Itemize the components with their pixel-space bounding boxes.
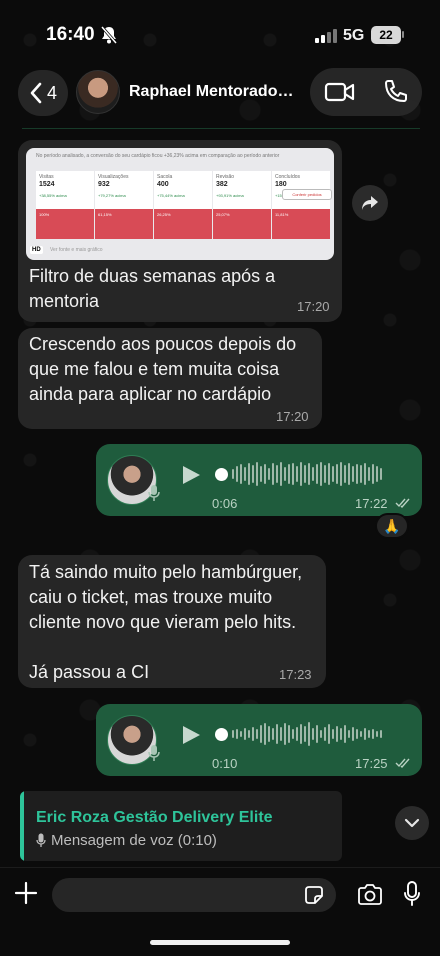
mic-icon[interactable] xyxy=(403,880,421,908)
playback-scrubber[interactable] xyxy=(215,468,228,481)
header-divider xyxy=(22,128,420,129)
stat-delta: +93,91% acima xyxy=(216,193,244,198)
quoted-subtitle: Mensagem de voz (0:10) xyxy=(36,832,217,849)
funnel-bar-label: 61,15% xyxy=(98,212,112,217)
message-text: Filtro de duas semanas após a mentoria xyxy=(29,266,276,311)
voice-duration: 0:06 xyxy=(212,496,238,511)
back-button[interactable]: 4 xyxy=(18,70,68,116)
signal-icon xyxy=(315,29,337,43)
phone-call-icon[interactable] xyxy=(382,79,408,105)
funnel-bar: 61,15% xyxy=(95,209,153,239)
funnel-bar-label: 25,07% xyxy=(216,212,230,217)
mic-icon xyxy=(148,745,160,761)
message-time: 17:23 xyxy=(279,667,312,682)
stat-delta: +38,55% acima xyxy=(39,193,67,198)
forward-icon xyxy=(362,196,378,210)
image-preview[interactable]: No período analisado, a conversão do seu… xyxy=(26,148,334,260)
contact-name[interactable]: Raphael Mentorado… xyxy=(129,83,299,101)
funnel-bar: 26,25% xyxy=(154,209,212,239)
network-label: 5G xyxy=(343,27,365,44)
play-icon[interactable] xyxy=(180,724,202,746)
video-call-icon[interactable] xyxy=(324,80,356,104)
stat-value: 382 xyxy=(216,181,228,188)
funnel-bar: 100% xyxy=(36,209,94,239)
call-actions xyxy=(310,68,422,116)
image-cta-button: Conferir pedidos xyxy=(282,189,332,200)
forward-button[interactable] xyxy=(352,185,388,221)
quoted-text: Mensagem de voz (0:10) xyxy=(51,832,217,849)
chevron-down-icon xyxy=(404,818,420,828)
stat-value: 1524 xyxy=(39,181,55,188)
stat-label: Visualizações xyxy=(98,174,129,180)
image-footer-text: Ver fonte e mais gráfico xyxy=(50,247,103,253)
funnel-bar-label: 100% xyxy=(39,212,50,217)
camera-icon[interactable] xyxy=(356,883,384,907)
message-input[interactable] xyxy=(52,878,336,912)
status-time: 16:40 xyxy=(46,24,95,45)
outgoing-voice-message[interactable]: 0:06 17:22 xyxy=(96,444,422,516)
funnel-bar: 11,81% xyxy=(272,209,330,239)
reaction-badge[interactable]: 🙏 xyxy=(375,513,409,539)
image-header-text: No período analisado, a conversão do seu… xyxy=(36,153,280,159)
bell-off-icon xyxy=(101,26,117,44)
waveform[interactable] xyxy=(232,719,382,749)
incoming-text-message[interactable]: Crescendo aos poucos depois do que me fa… xyxy=(18,328,322,429)
reply-preview-bar: Eric Roza Gestão Delivery Elite Mensagem… xyxy=(0,787,440,867)
quoted-message[interactable]: Eric Roza Gestão Delivery Elite Mensagem… xyxy=(20,791,342,861)
mic-icon xyxy=(36,833,46,847)
chat-header: 4 Raphael Mentorado… xyxy=(0,62,440,124)
outgoing-voice-message[interactable]: 0:10 17:25 xyxy=(96,704,422,776)
message-time: 17:20 xyxy=(276,409,309,424)
stat-label: Concluídos xyxy=(275,174,301,180)
message-time: 17:22 xyxy=(355,496,388,511)
voice-duration: 0:10 xyxy=(212,756,238,771)
battery-icon: 22 xyxy=(371,26,401,44)
stat-card: Visitas 1524 +38,55% acima xyxy=(36,171,94,209)
quote-accent xyxy=(20,791,24,861)
stat-label: Visitas xyxy=(39,174,54,180)
stat-value: 400 xyxy=(157,181,169,188)
incoming-text-message[interactable]: Tá saindo muito pelo hambúrguer, caiu o … xyxy=(18,555,326,688)
stat-value: 180 xyxy=(275,181,287,188)
message-time: 17:20 xyxy=(297,299,330,314)
stat-delta: +79,27% acima xyxy=(98,193,126,198)
home-indicator xyxy=(150,940,290,945)
plus-icon[interactable] xyxy=(14,881,38,905)
funnel-bar-label: 11,81% xyxy=(275,212,289,217)
funnel-bar: 25,07% xyxy=(213,209,271,239)
waveform[interactable] xyxy=(232,459,382,489)
read-receipt-icon xyxy=(395,758,410,768)
contact-avatar[interactable] xyxy=(76,70,120,114)
status-bar: 16:40 5G 22 xyxy=(0,0,440,62)
read-receipt-icon xyxy=(395,498,410,508)
message-time: 17:25 xyxy=(355,756,388,771)
play-icon[interactable] xyxy=(180,464,202,486)
stat-card: Visualizações 932 +79,27% acima xyxy=(95,171,153,209)
message-text: Crescendo aos poucos depois do que me fa… xyxy=(29,334,297,404)
stat-value: 932 xyxy=(98,181,110,188)
unread-count: 4 xyxy=(46,82,57,103)
stat-card: Revisão 382 +93,91% acima xyxy=(213,171,271,209)
incoming-image-message[interactable]: No período analisado, a conversão do seu… xyxy=(18,140,342,322)
mic-icon xyxy=(148,485,160,501)
playback-scrubber[interactable] xyxy=(215,728,228,741)
stat-delta: +75,44% acima xyxy=(157,193,185,198)
stat-label: Sacola xyxy=(157,174,173,180)
scroll-to-bottom-button[interactable] xyxy=(395,806,429,840)
stat-card: Sacola 400 +75,44% acima xyxy=(154,171,212,209)
chevron-left-icon xyxy=(30,82,42,104)
stat-label: Revisão xyxy=(216,174,235,180)
battery-tip xyxy=(402,31,404,38)
sticker-icon[interactable] xyxy=(303,884,325,906)
funnel-bar-label: 26,25% xyxy=(157,212,171,217)
hd-badge: HD xyxy=(30,246,43,254)
quoted-sender: Eric Roza Gestão Delivery Elite xyxy=(36,809,273,826)
